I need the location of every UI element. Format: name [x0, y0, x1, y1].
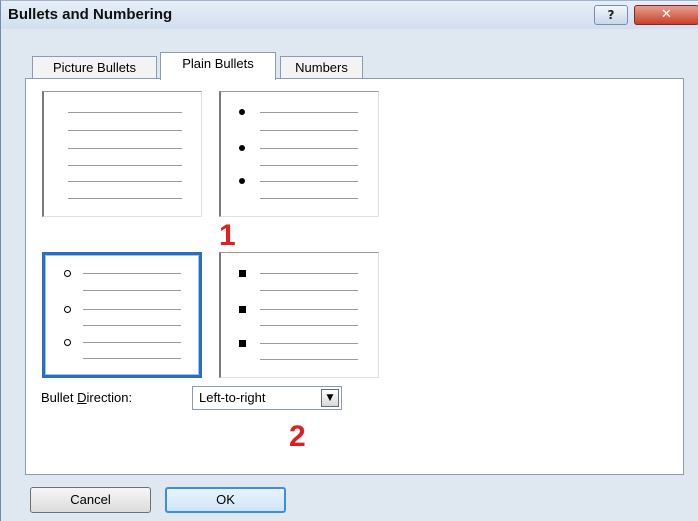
bullet-direction-value: Left-to-right: [199, 390, 266, 405]
cancel-button[interactable]: Cancel: [30, 487, 151, 513]
dialog-title: Bullets and Numbering: [8, 6, 173, 23]
preview-line: [260, 148, 358, 149]
bullet-style-filled-dot[interactable]: [219, 91, 379, 217]
close-button[interactable]: ✕: [634, 5, 698, 25]
bullet-direction-label-part: Bullet: [41, 390, 78, 405]
preview-line: [260, 130, 358, 131]
ok-button[interactable]: OK: [165, 487, 286, 513]
bullet-direction-label-accesskey: D: [77, 390, 87, 405]
preview-line: [68, 130, 182, 131]
preview-line: [260, 290, 358, 291]
tab-picture-bullets[interactable]: Picture Bullets: [32, 56, 157, 80]
bullet-style-hollow-circle[interactable]: [42, 252, 202, 378]
tab-plain-bullets[interactable]: Plain Bullets: [160, 52, 276, 80]
preview-line: [68, 148, 182, 149]
hollow-circle-bullet-icon: [64, 306, 71, 313]
filled-dot-bullet-icon: [239, 178, 245, 184]
tab-numbers[interactable]: Numbers: [280, 56, 363, 80]
preview-line: [260, 165, 358, 166]
preview-line: [260, 273, 358, 274]
dialog-window: Bullets and Numbering ? ✕ Picture Bullet…: [0, 0, 698, 521]
preview-line: [260, 112, 358, 113]
bullet-direction-label: Bullet Direction:: [41, 390, 132, 405]
filled-dot-bullet-icon: [239, 145, 245, 151]
preview-line: [68, 181, 182, 182]
filled-square-bullet-icon: [239, 306, 246, 313]
filled-square-bullet-icon: [239, 340, 246, 347]
tab-panel: 1: [25, 78, 684, 475]
preview-line: [68, 112, 182, 113]
preview-line: [260, 359, 358, 360]
preview-line: [260, 325, 358, 326]
chevron-down-icon[interactable]: ▼: [321, 389, 339, 407]
preview-line: [68, 165, 182, 166]
filled-square-bullet-icon: [239, 270, 246, 277]
bullet-direction-label-part: irection:: [86, 390, 133, 405]
hollow-circle-bullet-icon: [64, 339, 71, 346]
filled-dot-bullet-icon: [239, 109, 245, 115]
title-bar: Bullets and Numbering ? ✕: [1, 1, 698, 29]
preview-line: [260, 343, 358, 344]
preview-line: [83, 342, 181, 343]
bullet-direction-select[interactable]: Left-to-right ▼: [192, 386, 342, 410]
preview-line: [83, 309, 181, 310]
bullet-style-filled-square[interactable]: [219, 252, 379, 378]
annotation-marker-2: 2: [289, 420, 306, 453]
preview-line: [260, 181, 358, 182]
preview-line: [260, 309, 358, 310]
preview-line: [260, 198, 358, 199]
preview-line: [83, 273, 181, 274]
preview-line: [68, 198, 182, 199]
bullet-style-none[interactable]: [42, 91, 202, 217]
preview-line: [83, 325, 181, 326]
preview-line: [83, 290, 181, 291]
annotation-marker-1: 1: [219, 219, 236, 252]
preview-line: [83, 358, 181, 359]
hollow-circle-bullet-icon: [64, 270, 71, 277]
help-button[interactable]: ?: [594, 5, 628, 25]
